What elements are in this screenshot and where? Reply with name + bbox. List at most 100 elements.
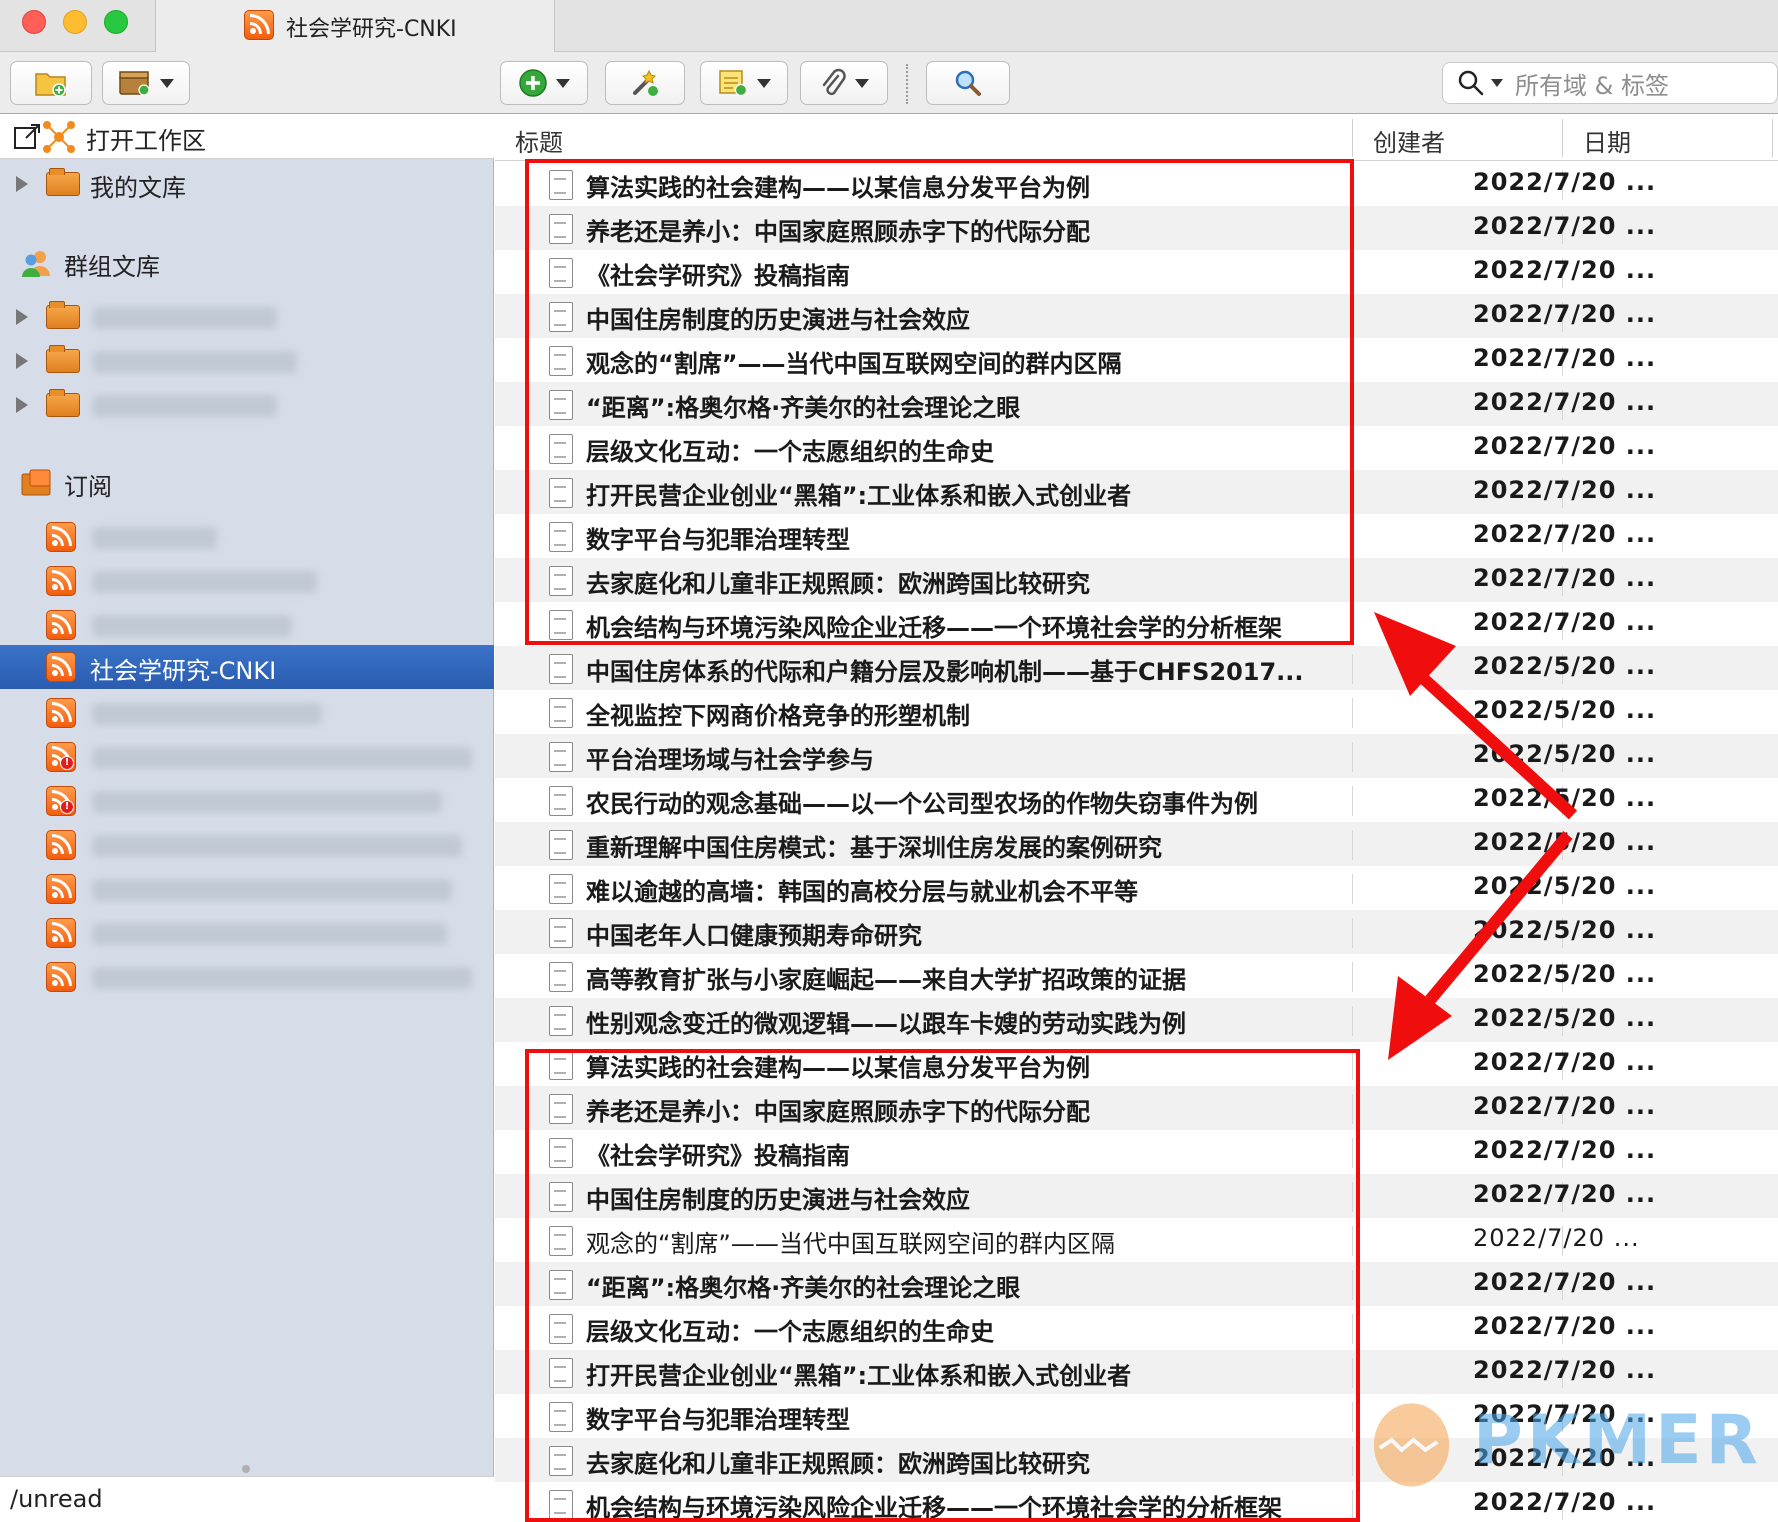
sidebar-item-feed-error[interactable]: ! xyxy=(0,779,494,823)
table-row[interactable]: 中国住房体系的代际和户籍分层及影响机制——基于CHFS2017... 2022/5… xyxy=(495,646,1778,690)
rss-feed-icon xyxy=(46,962,76,992)
rss-feed-error-icon: ! xyxy=(46,742,76,772)
open-workspace-row[interactable]: 打开工作区 xyxy=(0,115,494,159)
tab-title: 社会学研究-CNKI xyxy=(286,17,457,42)
table-row[interactable]: 农民行动的观念基础——以一个公司型农场的作物失窃事件为例 2022/5/20 ..… xyxy=(495,778,1778,822)
item-date: 2022/7/20 ... xyxy=(1473,212,1657,240)
item-title: 高等教育扩张与小家庭崛起——来自大学扩招政策的证据 xyxy=(586,966,1186,994)
new-collection-icon xyxy=(35,73,66,97)
rss-feed-icon xyxy=(244,10,274,40)
advanced-search-button[interactable] xyxy=(926,61,1010,105)
sidebar-item-feed-error[interactable]: ! xyxy=(0,735,494,779)
feeds-folder-icon xyxy=(21,469,51,496)
sidebar-item-feed-selected[interactable]: 社会学研究-CNKI xyxy=(0,645,494,689)
cell-separator xyxy=(1352,874,1353,904)
disclosure-triangle-icon[interactable] xyxy=(16,309,28,325)
cell-separator xyxy=(1352,742,1353,772)
magic-wand-icon xyxy=(633,69,658,96)
sidebar-item-feed[interactable] xyxy=(0,515,494,559)
item-title: 难以逾越的高墙：韩国的高校分层与就业机会不平等 xyxy=(586,878,1138,906)
sidebar-item-feed[interactable] xyxy=(0,559,494,603)
disclosure-triangle-icon[interactable] xyxy=(16,353,28,369)
item-date: 2022/5/20 ... xyxy=(1473,784,1657,812)
redacted-label xyxy=(92,527,217,549)
sidebar-item-feed[interactable] xyxy=(0,823,494,867)
column-header-date[interactable]: 日期 xyxy=(1583,123,1631,158)
pane-splitter-handle[interactable] xyxy=(242,1465,250,1473)
search-input[interactable]: 所有域 & 标签 xyxy=(1442,62,1778,104)
column-header-creator[interactable]: 创建者 xyxy=(1373,123,1445,158)
rss-feed-error-icon: ! xyxy=(46,786,76,816)
table-row[interactable]: 中国老年人口健康预期寿命研究 2022/5/20 ... xyxy=(495,910,1778,954)
close-window-button[interactable] xyxy=(22,10,46,34)
annotation-box-bottom xyxy=(525,1049,1360,1522)
watermark-text: PKMER xyxy=(1472,1400,1762,1480)
sidebar-item-group[interactable] xyxy=(0,339,494,383)
column-header-title[interactable]: 标题 xyxy=(515,123,563,158)
item-date: 2022/7/20 ... xyxy=(1473,432,1657,460)
sidebar-item-feed[interactable] xyxy=(0,911,494,955)
column-separator[interactable] xyxy=(1562,119,1563,157)
item-title: 全视监控下网商价格竞争的形塑机制 xyxy=(586,702,970,730)
sidebar-item-feed[interactable] xyxy=(0,867,494,911)
redacted-label xyxy=(92,835,462,857)
rss-feed-icon xyxy=(46,874,76,904)
table-row[interactable]: 高等教育扩张与小家庭崛起——来自大学扩招政策的证据 2022/5/20 ... xyxy=(495,954,1778,998)
tag-filter-bar[interactable]: /unread xyxy=(0,1476,494,1522)
item-date: 2022/7/20 ... xyxy=(1473,1356,1657,1384)
group-folder-icon xyxy=(46,389,80,417)
item-date: 2022/5/20 ... xyxy=(1473,916,1657,944)
toolbar: 所有域 & 标签 xyxy=(0,52,1778,114)
pkmer-watermark: PKMER xyxy=(1362,1385,1762,1495)
column-separator[interactable] xyxy=(1772,119,1773,157)
cell-separator xyxy=(1352,830,1353,860)
zoom-window-button[interactable] xyxy=(104,10,128,34)
add-by-identifier-button[interactable] xyxy=(605,61,685,105)
new-library-menu-button[interactable] xyxy=(102,61,190,105)
table-row[interactable]: 重新理解中国住房模式：基于深圳住房发展的案例研究 2022/5/20 ... xyxy=(495,822,1778,866)
redacted-label xyxy=(92,747,472,769)
sidebar-item-my-library[interactable]: 我的文库 xyxy=(0,162,494,206)
column-separator[interactable] xyxy=(1352,119,1353,157)
sidebar-item-feed[interactable] xyxy=(0,691,494,735)
disclosure-triangle-icon[interactable] xyxy=(16,397,28,413)
item-date: 2022/7/20 ... xyxy=(1473,1180,1657,1208)
chevron-down-icon xyxy=(556,78,570,88)
item-title: 农民行动的观念基础——以一个公司型农场的作物失窃事件为例 xyxy=(586,790,1258,818)
new-collection-button[interactable] xyxy=(10,61,92,105)
table-row[interactable]: 全视监控下网商价格竞争的形塑机制 2022/5/20 ... xyxy=(495,690,1778,734)
item-date: 2022/7/20 ... xyxy=(1473,300,1657,328)
item-date: 2022/5/20 ... xyxy=(1473,696,1657,724)
redacted-label xyxy=(92,395,277,417)
item-date: 2022/7/20 ... xyxy=(1473,1136,1657,1164)
sidebar-item-feed[interactable] xyxy=(0,603,494,647)
tab-active[interactable]: 社会学研究-CNKI xyxy=(155,0,555,53)
new-note-button[interactable] xyxy=(700,61,788,105)
item-title: 中国老年人口健康预期寿命研究 xyxy=(586,922,922,950)
table-row[interactable]: 难以逾越的高墙：韩国的高校分层与就业机会不平等 2022/5/20 ... xyxy=(495,866,1778,910)
item-date: 2022/7/20 ... xyxy=(1473,168,1657,196)
item-title: 性别观念变迁的微观逻辑——以跟车卡嫂的劳动实践为例 xyxy=(586,1010,1186,1038)
sidebar-header-label: 订阅 xyxy=(64,473,112,501)
table-row[interactable]: 平台治理场域与社会学参与 2022/5/20 ... xyxy=(495,734,1778,778)
item-date: 2022/5/20 ... xyxy=(1473,828,1657,856)
sidebar-item-group[interactable] xyxy=(0,295,494,339)
title-bar: 社会学研究-CNKI xyxy=(0,0,1778,53)
toolbar-separator xyxy=(906,64,908,104)
chevron-down-icon xyxy=(160,78,174,88)
add-attachment-button[interactable] xyxy=(800,61,888,105)
sidebar-item-feed[interactable] xyxy=(0,955,494,999)
item-title: 重新理解中国住房模式：基于深圳住房发展的案例研究 xyxy=(586,834,1162,862)
sidebar-item-group[interactable] xyxy=(0,383,494,427)
open-workspace-label: 打开工作区 xyxy=(86,127,206,155)
rss-feed-icon xyxy=(46,918,76,948)
disclosure-triangle-icon[interactable] xyxy=(16,176,28,192)
search-mode-chevron-icon[interactable] xyxy=(1491,79,1503,87)
new-note-icon xyxy=(719,70,748,97)
item-date: 2022/7/20 ... xyxy=(1473,1268,1657,1296)
new-item-button[interactable] xyxy=(500,61,588,105)
sidebar-item-label: 社会学研究-CNKI xyxy=(90,657,277,685)
redacted-label xyxy=(92,307,277,329)
table-row[interactable]: 性别观念变迁的微观逻辑——以跟车卡嫂的劳动实践为例 2022/5/20 ... xyxy=(495,998,1778,1042)
minimize-window-button[interactable] xyxy=(63,10,87,34)
